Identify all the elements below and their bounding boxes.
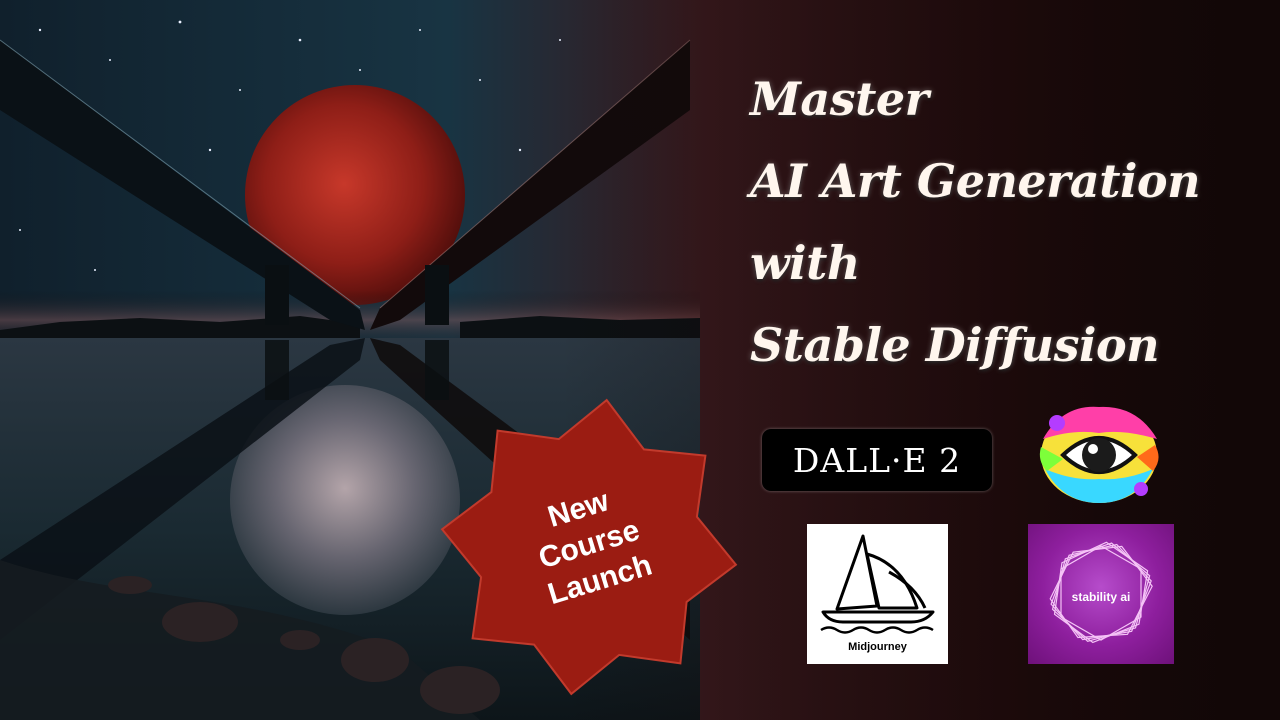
thumbnail: Master AI Art Generation with Stable Dif…: [0, 0, 1280, 720]
midjourney-logo: Midjourney: [807, 524, 948, 664]
headline-line-3: with: [750, 236, 860, 290]
midjourney-label: Midjourney: [848, 641, 907, 653]
sailboat-icon: [820, 534, 935, 634]
dalle-logo: DALL·E 2: [762, 429, 992, 491]
headline-line-1: Master: [750, 72, 929, 126]
colorful-eye-icon: [1039, 406, 1159, 503]
stability-ai-logo: stability ai: [1028, 524, 1174, 664]
headline-line-4: Stable Diffusion: [750, 318, 1160, 372]
headline-line-2: AI Art Generation: [750, 154, 1201, 208]
headline: Master AI Art Generation with Stable Dif…: [750, 58, 1270, 386]
stability-ai-label: stability ai: [1071, 590, 1131, 604]
dalle-logo-text: DALL·E 2: [792, 440, 962, 480]
